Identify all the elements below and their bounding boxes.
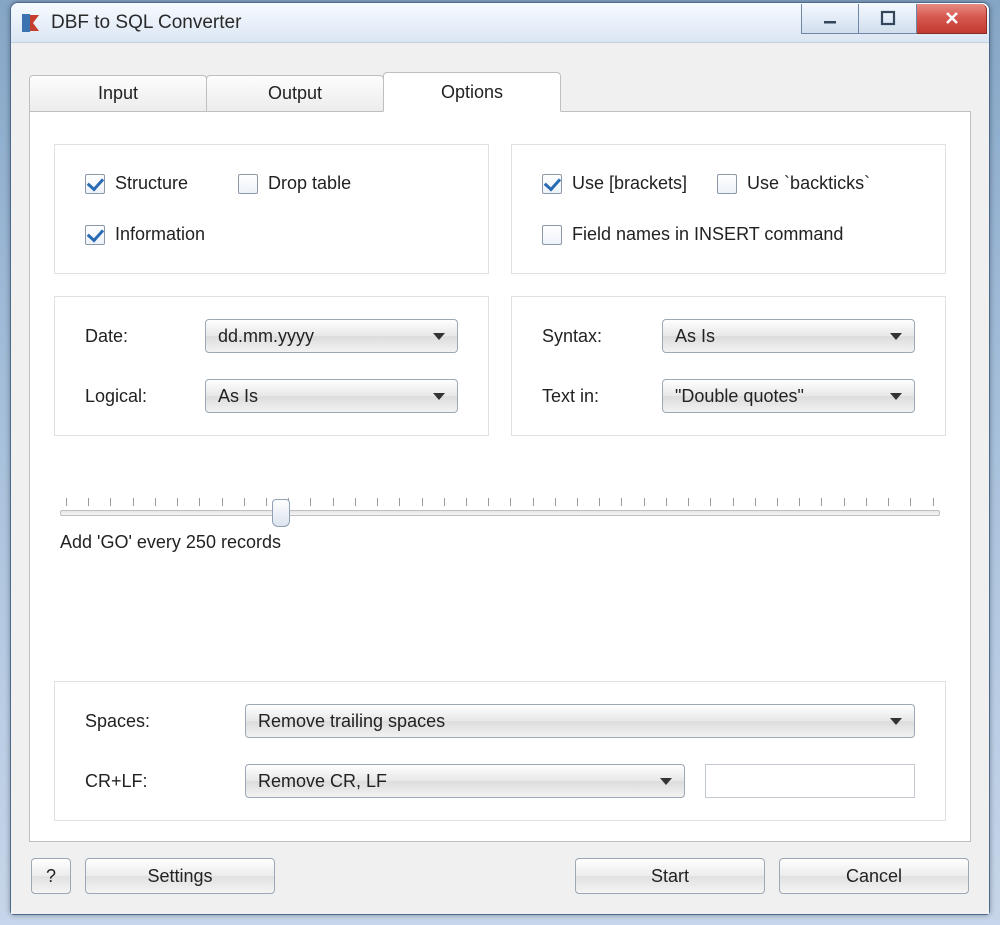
select-textin-value: "Double quotes" xyxy=(675,386,804,407)
checkbox-structure-label: Structure xyxy=(115,173,188,194)
select-logical-value: As Is xyxy=(218,386,258,407)
checkbox-structure-box xyxy=(85,174,105,194)
start-button[interactable]: Start xyxy=(575,858,765,894)
cancel-button-label: Cancel xyxy=(846,866,902,887)
panel-structure-flags: Structure Drop table Information xyxy=(54,144,489,274)
tab-input-label: Input xyxy=(98,83,138,104)
label-date: Date: xyxy=(85,326,205,347)
select-logical[interactable]: As Is xyxy=(205,379,458,413)
label-logical: Logical: xyxy=(85,386,205,407)
app-icon xyxy=(21,13,41,33)
panel-go-slider: Add 'GO' every 250 records xyxy=(54,458,946,553)
chevron-down-icon xyxy=(890,393,902,400)
tab-options[interactable]: Options xyxy=(383,72,561,112)
slider-go-records[interactable]: Add 'GO' every 250 records xyxy=(58,478,942,553)
slider-track[interactable] xyxy=(60,510,940,516)
tab-options-body: Structure Drop table Information xyxy=(29,111,971,842)
slider-thumb[interactable] xyxy=(272,499,290,527)
checkbox-droptable-box xyxy=(238,174,258,194)
window-controls xyxy=(801,4,987,34)
checkbox-droptable[interactable]: Drop table xyxy=(238,173,351,194)
app-window: DBF to SQL Converter Input xyxy=(10,2,990,915)
select-crlf[interactable]: Remove CR, LF xyxy=(245,764,685,798)
checkbox-brackets-box xyxy=(542,174,562,194)
select-syntax[interactable]: As Is xyxy=(662,319,915,353)
tab-output-label: Output xyxy=(268,83,322,104)
settings-button-label: Settings xyxy=(147,866,212,887)
checkbox-fieldnames[interactable]: Field names in INSERT command xyxy=(542,224,843,245)
select-syntax-value: As Is xyxy=(675,326,715,347)
chevron-down-icon xyxy=(433,393,445,400)
tab-output[interactable]: Output xyxy=(206,75,384,111)
cancel-button[interactable]: Cancel xyxy=(779,858,969,894)
options-top-row: Structure Drop table Information xyxy=(54,144,946,274)
select-spaces-value: Remove trailing spaces xyxy=(258,711,445,732)
titlebar[interactable]: DBF to SQL Converter xyxy=(11,3,989,43)
chevron-down-icon xyxy=(660,778,672,785)
input-crlf-replacement[interactable] xyxy=(705,764,915,798)
help-button-label: ? xyxy=(46,866,56,887)
settings-button[interactable]: Settings xyxy=(85,858,275,894)
select-crlf-value: Remove CR, LF xyxy=(258,771,387,792)
checkbox-brackets-label: Use [brackets] xyxy=(572,173,687,194)
client-area: Input Output Options Structure xyxy=(11,43,989,914)
checkbox-structure[interactable]: Structure xyxy=(85,173,188,194)
maximize-button[interactable] xyxy=(859,4,917,34)
select-date[interactable]: dd.mm.yyyy xyxy=(205,319,458,353)
label-crlf: CR+LF: xyxy=(85,771,245,792)
checkbox-information-box xyxy=(85,225,105,245)
checkbox-fieldnames-box xyxy=(542,225,562,245)
slider-ticks xyxy=(60,498,940,506)
checkbox-droptable-label: Drop table xyxy=(268,173,351,194)
button-bar: ? Settings Start Cancel xyxy=(29,852,971,900)
help-button[interactable]: ? xyxy=(31,858,71,894)
label-textin: Text in: xyxy=(542,386,662,407)
chevron-down-icon xyxy=(890,333,902,340)
tab-strip: Input Output Options xyxy=(29,71,971,111)
chevron-down-icon xyxy=(890,718,902,725)
tab-input[interactable]: Input xyxy=(29,75,207,111)
options-format-row: Date: dd.mm.yyyy Logical: As Is xyxy=(54,296,946,436)
select-date-value: dd.mm.yyyy xyxy=(218,326,314,347)
select-spaces[interactable]: Remove trailing spaces xyxy=(245,704,915,738)
minimize-button[interactable] xyxy=(801,4,859,34)
tab-options-label: Options xyxy=(441,82,503,103)
select-textin[interactable]: "Double quotes" xyxy=(662,379,915,413)
checkbox-fieldnames-label: Field names in INSERT command xyxy=(572,224,843,245)
panel-date-logical: Date: dd.mm.yyyy Logical: As Is xyxy=(54,296,489,436)
window-title: DBF to SQL Converter xyxy=(51,12,241,34)
checkbox-backticks[interactable]: Use `backticks` xyxy=(717,173,870,194)
slider-caption: Add 'GO' every 250 records xyxy=(60,532,940,553)
start-button-label: Start xyxy=(651,866,689,887)
panel-syntax-textin: Syntax: As Is Text in: "Double quotes" xyxy=(511,296,946,436)
checkbox-information[interactable]: Information xyxy=(85,224,205,245)
checkbox-backticks-box xyxy=(717,174,737,194)
checkbox-brackets[interactable]: Use [brackets] xyxy=(542,173,687,194)
panel-sql-flags: Use [brackets] Use `backticks` Field nam… xyxy=(511,144,946,274)
checkbox-information-label: Information xyxy=(115,224,205,245)
checkbox-backticks-label: Use `backticks` xyxy=(747,173,870,194)
label-spaces: Spaces: xyxy=(85,711,245,732)
label-syntax: Syntax: xyxy=(542,326,662,347)
close-button[interactable] xyxy=(917,4,987,34)
panel-text-cleanup: Spaces: Remove trailing spaces CR+LF: Re… xyxy=(54,681,946,821)
chevron-down-icon xyxy=(433,333,445,340)
